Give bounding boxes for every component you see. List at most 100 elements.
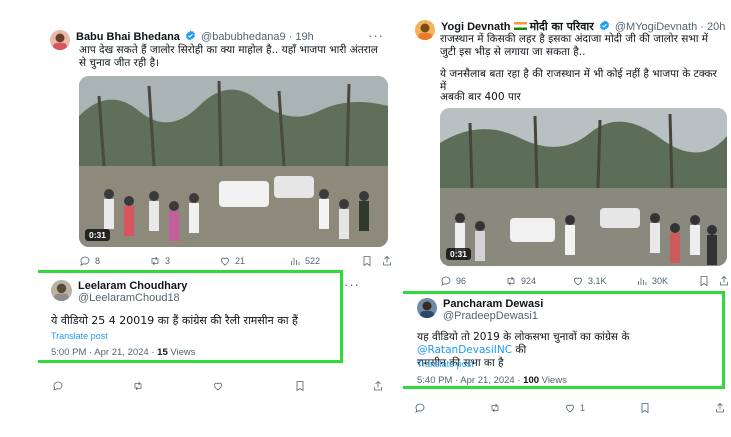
reply-button[interactable] [52, 380, 64, 392]
reply-text-end: की [512, 344, 527, 356]
like-button[interactable] [212, 380, 224, 392]
tweet-text: आप देख सकते हैं जालोर सिरोही का क्या माह… [79, 44, 378, 69]
heart-icon [221, 257, 229, 266]
views-chart-icon [291, 258, 300, 265]
reply-actions [52, 379, 392, 393]
india-flag-icon [513, 22, 527, 30]
repost-button[interactable] [132, 380, 144, 392]
tweet-actions: 96 924 3.1K 30K [440, 274, 730, 288]
post-timestamp[interactable]: 5:40 PM · Apr 21, 2024 · [417, 375, 523, 386]
video-player[interactable]: 0:31 [440, 108, 727, 266]
mention-link[interactable]: @RatanDevasiINC [417, 344, 512, 356]
translate-post-link[interactable]: Translate post [51, 331, 108, 341]
reply-button[interactable] [414, 402, 426, 414]
post-time[interactable]: · 19h [289, 31, 314, 43]
avatar[interactable] [51, 280, 72, 301]
reply-icon [415, 403, 425, 413]
reply-text: ये वीडियो 25 4 20019 का हैं कांग्रेस की … [51, 314, 298, 327]
more-options-icon[interactable]: ··· [368, 28, 384, 43]
like-button[interactable]: 3.1K [572, 275, 607, 287]
reply-meta: 5:40 PM · Apr 21, 2024 · 100 Views [417, 375, 567, 386]
like-count: 1 [580, 403, 586, 413]
author-handle[interactable]: @LeelaramChoud18 [78, 292, 187, 304]
views-button[interactable]: 30K [636, 275, 668, 287]
reply-icon [80, 256, 90, 266]
reply-count: 96 [456, 276, 467, 286]
video-player[interactable]: 0:31 [79, 76, 388, 247]
repost-button[interactable]: 924 [505, 275, 536, 287]
post-time[interactable]: · 20h [700, 21, 725, 33]
like-count: 21 [235, 256, 246, 266]
crowd-video-thumbnail [440, 108, 727, 266]
views-label: Views [167, 347, 196, 358]
repost-button[interactable]: 3 [149, 255, 170, 267]
views-chart-icon [638, 278, 647, 285]
verified-badge-icon [185, 30, 196, 41]
more-options-icon[interactable]: ··· [344, 277, 360, 292]
reply-icon [441, 276, 451, 286]
share-button[interactable] [718, 275, 730, 287]
like-button[interactable]: 1 [564, 402, 585, 414]
left-screenshot: Babu Bhai Bhedana @babubhedana9 · 19h ··… [38, 18, 393, 430]
video-duration: 0:31 [85, 229, 111, 241]
highlighted-reply: Pancharam Dewasi @PradeepDewasi1 यह वीडि… [403, 291, 725, 389]
bookmark-icon [296, 381, 304, 392]
repost-icon [491, 403, 499, 413]
bookmark-button[interactable] [639, 402, 651, 414]
repost-count: 924 [521, 276, 537, 286]
author-handle[interactable]: @PradeepDewasi1 [443, 310, 543, 322]
like-count: 3.1K [588, 276, 607, 286]
view-count: 30K [652, 276, 669, 286]
views-count: 100 [523, 375, 540, 386]
post-timestamp[interactable]: 5:00 PM · Apr 21, 2024 · [51, 347, 157, 358]
reply-text-start: यह वीडियो तो 2019 के लोकसभा चुनावों का क… [417, 331, 630, 343]
translate-post-link[interactable]: Translate post [417, 359, 474, 369]
tweet-text-line-1: राजस्थान में किसकी लहर है इसका अंदाजा मो… [440, 33, 709, 58]
reply-header: Leelaram Choudhary @LeelaramChoud18 [51, 280, 187, 304]
tweet-text-line-3: अबकी बार 400 पार [440, 91, 521, 103]
bookmark-icon [700, 276, 708, 287]
like-button[interactable]: 21 [219, 255, 245, 267]
share-icon [383, 255, 391, 266]
avatar[interactable] [415, 20, 435, 40]
avatar[interactable] [50, 30, 70, 50]
share-icon [716, 402, 724, 413]
repost-button[interactable] [489, 402, 501, 414]
bookmark-button[interactable] [698, 275, 710, 287]
reply-count: 8 [95, 256, 101, 266]
author-name-suffix[interactable]: मोदी का परिवार [530, 20, 594, 33]
share-button[interactable] [381, 255, 393, 267]
heart-icon [566, 404, 574, 413]
reply-meta: 5:00 PM · Apr 21, 2024 · 15 Views [51, 347, 196, 358]
author-handle[interactable]: @MYogiDevnath [615, 21, 697, 33]
bookmark-icon [363, 256, 371, 267]
highlighted-reply: Leelaram Choudhary @LeelaramChoud18 ··· … [38, 270, 359, 363]
repost-icon [151, 256, 159, 266]
reply-icon [53, 381, 63, 391]
repost-icon [507, 276, 515, 286]
share-icon [374, 380, 382, 391]
bookmark-icon [641, 403, 649, 414]
avatar[interactable] [417, 298, 437, 318]
bookmark-button[interactable] [294, 380, 306, 392]
author-name[interactable]: Pancharam Dewasi [443, 298, 543, 310]
reply-button[interactable]: 96 [440, 275, 466, 287]
author-name[interactable]: Yogi Devnath [441, 21, 510, 33]
bookmark-button[interactable] [361, 255, 373, 267]
author-name[interactable]: Leelaram Choudhary [78, 280, 187, 292]
author-name[interactable]: Babu Bhai Bhedana [76, 31, 180, 43]
view-count: 522 [305, 256, 321, 266]
tweet-actions: 8 3 21 522 [79, 254, 391, 268]
author-handle[interactable]: @babubhedana9 [201, 31, 286, 43]
reply-button[interactable]: 8 [79, 255, 100, 267]
share-button[interactable] [714, 402, 726, 414]
share-button[interactable] [372, 380, 384, 392]
reply-actions: 1 [414, 401, 729, 415]
verified-badge-icon [599, 20, 609, 31]
views-count: 15 [157, 347, 168, 358]
heart-icon [214, 382, 222, 391]
views-button[interactable]: 522 [289, 255, 320, 267]
share-icon [720, 275, 728, 286]
repost-icon [134, 381, 142, 391]
video-duration: 0:31 [446, 248, 472, 260]
